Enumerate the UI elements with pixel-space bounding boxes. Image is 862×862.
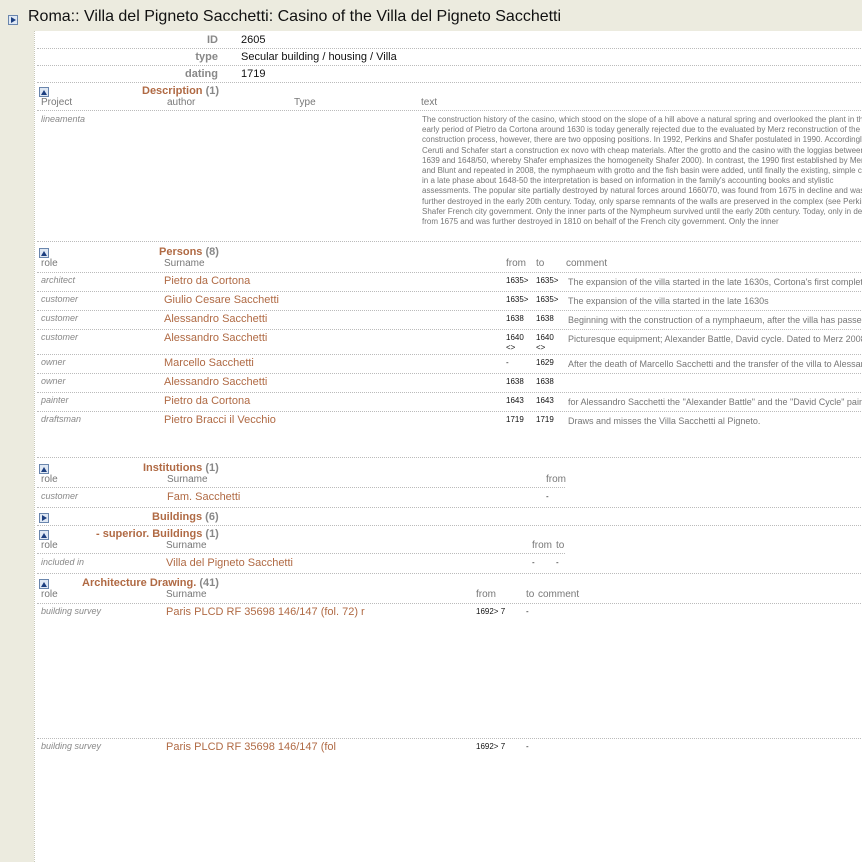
person-name-link[interactable]: Alessandro Sacchetti xyxy=(164,332,267,344)
person-from: 1638 xyxy=(506,377,524,386)
person-from: 1643 xyxy=(506,396,524,405)
person-comment: Picturesque equipment; Alexander Battle,… xyxy=(568,334,862,344)
persons-col-to: to xyxy=(536,258,545,269)
person-role: owner xyxy=(41,376,66,386)
superior-col-surname: Surname xyxy=(166,540,207,551)
field-value-type: Secular building / housing / Villa xyxy=(241,51,397,63)
superior-buildings-section-title[interactable]: - superior. Buildings (1) xyxy=(96,528,219,540)
persons-col-from: from xyxy=(506,258,526,269)
person-name-link[interactable]: Marcello Sacchetti xyxy=(164,357,254,369)
institutions-col-from: from xyxy=(546,474,566,485)
person-role: painter xyxy=(41,395,69,405)
person-from: 1719 xyxy=(506,415,524,424)
superior-col-role: role xyxy=(41,540,58,551)
field-label-id: ID xyxy=(207,34,218,46)
person-role: owner xyxy=(41,357,66,367)
description-col-project: Project xyxy=(41,97,73,108)
person-comment: The expansion of the villa started in th… xyxy=(568,277,862,287)
person-comment: After the death of Marcello Sacchetti an… xyxy=(568,359,862,369)
person-from: 1635> xyxy=(506,276,529,285)
person-role: customer xyxy=(41,332,79,342)
description-section-title[interactable]: Description (1) xyxy=(142,85,219,97)
person-to: 1638 xyxy=(536,377,554,386)
person-from: 1638 xyxy=(506,314,524,323)
field-value-id: 2605 xyxy=(241,34,266,46)
person-to: 1635> xyxy=(536,276,559,285)
description-collapse-icon[interactable] xyxy=(39,87,49,97)
superior-role: included in xyxy=(41,557,85,567)
superior-to: - xyxy=(556,558,559,567)
persons-col-surname: Surname xyxy=(164,258,205,269)
person-name-link[interactable]: Pietro da Cortona xyxy=(164,395,250,407)
buildings-section-title[interactable]: Buildings (6) xyxy=(152,511,219,523)
person-to: 1643 xyxy=(536,396,554,405)
superior-buildings-collapse-icon[interactable] xyxy=(39,530,49,540)
person-name-link[interactable]: Alessandro Sacchetti xyxy=(164,376,267,388)
drawing-from: 1692> 7 xyxy=(476,607,506,616)
institutions-collapse-icon[interactable] xyxy=(39,464,49,474)
drawings-col-surname: Surname xyxy=(166,589,207,600)
drawings-col-role: role xyxy=(41,589,58,600)
person-comment: Beginning with the construction of a nym… xyxy=(568,315,862,325)
person-to: 1635> xyxy=(536,295,559,304)
collapse-toggle-icon[interactable] xyxy=(8,15,18,25)
drawings-col-comment: comment xyxy=(538,589,580,600)
description-text: The construction history of the casino, … xyxy=(422,115,862,227)
description-col-type: Type xyxy=(294,97,316,108)
buildings-expand-icon[interactable] xyxy=(39,513,49,523)
persons-col-comment: comment xyxy=(566,258,608,269)
drawings-col-from: from xyxy=(476,589,496,600)
superior-col-to: to xyxy=(556,540,565,551)
person-name-link[interactable]: Alessandro Sacchetti xyxy=(164,313,267,325)
page-title: Roma:: Villa del Pigneto Sacchetti: Casi… xyxy=(28,8,562,25)
person-to: 1629 xyxy=(536,358,554,367)
field-value-dating: 1719 xyxy=(241,68,266,80)
description-col-author: author xyxy=(167,97,196,108)
person-from: - xyxy=(506,358,509,367)
drawings-section-title[interactable]: Architecture Drawing. (41) xyxy=(82,577,219,589)
person-to: 1640 <> xyxy=(536,333,554,352)
person-role: architect xyxy=(41,275,76,285)
superior-from: - xyxy=(532,558,535,567)
person-name-link[interactable]: Giulio Cesare Sacchetti xyxy=(164,294,279,306)
drawing-link[interactable]: Paris PLCD RF 35698 146/147 (fol xyxy=(166,741,336,753)
person-to: 1638 xyxy=(536,314,554,323)
person-from: 1635> xyxy=(506,295,529,304)
person-comment: for Alessandro Sacchetti the "Alexander … xyxy=(568,397,862,407)
person-comment: Draws and misses the Villa Sacchetti al … xyxy=(568,416,761,426)
persons-collapse-icon[interactable] xyxy=(39,248,49,258)
content-panel: ID 2605 type Secular building / housing … xyxy=(34,31,862,862)
person-role: customer xyxy=(41,294,79,304)
drawing-to: - xyxy=(526,607,529,616)
person-role: draftsman xyxy=(41,414,82,424)
drawings-collapse-icon[interactable] xyxy=(39,579,49,589)
drawing-role: building survey xyxy=(41,741,102,751)
description-col-text: text xyxy=(421,97,438,108)
drawings-col-to: to xyxy=(526,589,535,600)
field-label-type: type xyxy=(195,51,218,63)
person-to: 1719 xyxy=(536,415,554,424)
drawing-to: - xyxy=(526,742,529,751)
institution-role: customer xyxy=(41,491,79,501)
institutions-col-surname: Surname xyxy=(167,474,208,485)
person-comment: The expansion of the villa started in th… xyxy=(568,296,769,306)
institutions-section-title[interactable]: Institutions (1) xyxy=(143,462,219,474)
person-from: 1640 <> xyxy=(506,333,524,352)
field-label-dating: dating xyxy=(185,68,218,80)
drawing-from: 1692> 7 xyxy=(476,742,506,751)
description-project: lineamenta xyxy=(41,114,86,124)
drawing-role: building survey xyxy=(41,606,102,616)
institutions-col-role: role xyxy=(41,474,58,485)
persons-col-role: role xyxy=(41,258,58,269)
institution-from: - xyxy=(546,492,549,501)
drawing-link[interactable]: Paris PLCD RF 35698 146/147 (fol. 72) r xyxy=(166,606,365,618)
person-name-link[interactable]: Pietro da Cortona xyxy=(164,275,250,287)
persons-section-title[interactable]: Persons (8) xyxy=(159,246,219,258)
institution-name-link[interactable]: Fam. Sacchetti xyxy=(167,491,240,503)
superior-col-from: from xyxy=(532,540,552,551)
superior-building-link[interactable]: Villa del Pigneto Sacchetti xyxy=(166,557,293,569)
person-name-link[interactable]: Pietro Bracci il Vecchio xyxy=(164,414,276,426)
person-role: customer xyxy=(41,313,79,323)
